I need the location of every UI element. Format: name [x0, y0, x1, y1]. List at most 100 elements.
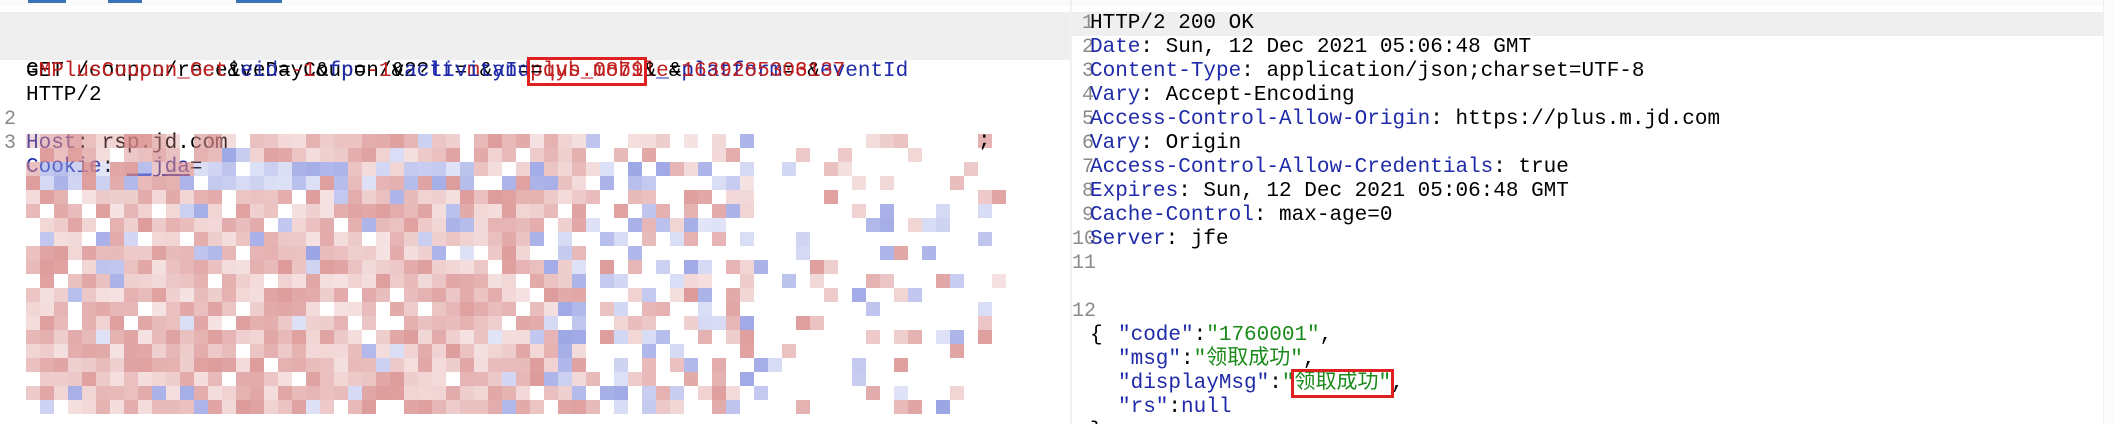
request-editor-pane[interactable]: 1 GET /coupon/receiveDayCoupon/v2?lt=m&a… — [0, 0, 1072, 424]
redacted-pixel — [82, 288, 96, 302]
redacted-pixel — [334, 148, 348, 162]
redacted-pixel — [152, 358, 166, 372]
response-line-text[interactable]: Vary: Accept-Encoding — [1090, 84, 1355, 108]
redacted-pixel — [96, 246, 110, 260]
redacted-pixel — [348, 274, 362, 288]
redacted-pixel — [222, 162, 236, 176]
request-tab-indicator[interactable] — [28, 0, 66, 3]
redacted-pixel — [40, 302, 54, 316]
redacted-pixel — [880, 246, 894, 260]
response-line-text[interactable]: Expires: Sun, 12 Dec 2021 05:06:48 GMT — [1090, 180, 1569, 204]
header-key: Vary — [1090, 132, 1141, 155]
redacted-pixel — [320, 288, 334, 302]
redacted-pixel — [544, 302, 558, 316]
redacted-pixel — [572, 330, 586, 344]
redacted-pixel — [250, 330, 264, 344]
redacted-pixel — [614, 302, 628, 316]
header-key: Date — [1090, 36, 1141, 59]
redacted-pixel — [698, 316, 712, 330]
redacted-pixel — [152, 162, 166, 176]
redacted-pixel — [432, 372, 446, 386]
redacted-pixel — [474, 204, 488, 218]
redacted-pixel — [614, 358, 628, 372]
redacted-pixel — [110, 358, 124, 372]
redacted-pixel — [194, 358, 208, 372]
redacted-pixel — [404, 204, 418, 218]
json-line-rs: "rs":null — [1072, 372, 2114, 419]
redacted-pixel — [250, 232, 264, 246]
redacted-pixel — [446, 176, 460, 190]
redacted-pixel — [642, 218, 656, 232]
redacted-pixel — [460, 176, 474, 190]
response-line-text[interactable]: Vary: Origin — [1090, 132, 1241, 156]
json-close-brace[interactable]: } — [1090, 420, 1103, 424]
redacted-pixel — [306, 372, 320, 386]
redacted-pixel — [670, 386, 684, 400]
redacted-pixel — [642, 204, 656, 218]
redacted-pixel — [992, 190, 1006, 204]
redacted-pixel — [110, 232, 124, 246]
redacted-pixel — [474, 330, 488, 344]
redacted-pixel — [194, 162, 208, 176]
redacted-pixel — [68, 204, 82, 218]
redacted-pixel — [292, 274, 306, 288]
response-editor-pane[interactable]: 1 HTTP/2 200 OK 2 Date: Sun, 12 Dec 2021 05… — [1072, 0, 2114, 424]
redacted-pixel — [712, 176, 726, 190]
redacted-pixel — [656, 302, 670, 316]
redacted-pixel — [516, 344, 530, 358]
redacted-pixel — [376, 330, 390, 344]
redacted-pixel — [54, 204, 68, 218]
response-line-text[interactable]: Server: jfe — [1090, 228, 1229, 252]
redacted-pixel — [418, 372, 432, 386]
redacted-pixel — [390, 386, 404, 400]
redacted-pixel — [152, 176, 166, 190]
response-line-text[interactable]: HTTP/2 200 OK — [1090, 12, 1254, 36]
redacted-pixel — [250, 288, 264, 302]
redacted-pixel — [446, 134, 460, 148]
response-line-text[interactable]: Date: Sun, 12 Dec 2021 05:06:48 GMT — [1090, 36, 1531, 60]
redacted-pixel — [572, 372, 586, 386]
redacted-pixel — [278, 400, 292, 414]
redacted-pixel — [82, 176, 96, 190]
redacted-pixel — [250, 246, 264, 260]
redacted-pixel — [362, 260, 376, 274]
redacted-pixel — [740, 288, 754, 302]
redacted-pixel — [292, 358, 306, 372]
response-pane-top-strip — [1072, 0, 2114, 6]
response-line-text[interactable]: Cache-Control: max-age=0 — [1090, 204, 1392, 228]
redacted-pixel — [992, 274, 1006, 288]
redacted-pixel — [530, 260, 544, 274]
response-scrollbar[interactable] — [2103, 0, 2114, 424]
response-line-text[interactable]: Content-Type: application/json;charset=U… — [1090, 60, 1645, 84]
redacted-pixel — [852, 372, 866, 386]
redacted-pixel — [292, 386, 306, 400]
response-line: 10 Server: jfe — [1072, 228, 2114, 252]
redacted-pixel — [586, 372, 600, 386]
response-line-text[interactable]: Access-Control-Allow-Origin: https://plu… — [1090, 108, 1720, 132]
redacted-pixel — [460, 162, 474, 176]
redacted-pixel — [180, 358, 194, 372]
redacted-pixel — [446, 260, 460, 274]
redacted-pixel — [208, 372, 222, 386]
redacted-pixel — [978, 316, 992, 330]
redacted-pixel — [530, 400, 544, 414]
redacted-pixel — [250, 386, 264, 400]
redacted-pixel — [278, 190, 292, 204]
request-tab-indicator[interactable] — [236, 0, 282, 3]
redacted-pixel — [572, 204, 586, 218]
redacted-pixel — [670, 274, 684, 288]
redacted-pixel — [152, 302, 166, 316]
response-line-text[interactable]: Access-Control-Allow-Credentials: true — [1090, 156, 1569, 180]
request-tab-indicator[interactable] — [108, 0, 142, 3]
redacted-pixel — [376, 204, 390, 218]
redacted-pixel — [194, 204, 208, 218]
redacted-pixel — [488, 316, 502, 330]
redacted-pixel — [404, 274, 418, 288]
redacted-pixel — [628, 246, 642, 260]
redacted-pixel — [614, 232, 628, 246]
redacted-pixel — [726, 316, 740, 330]
redacted-pixel — [978, 302, 992, 316]
redacted-pixel — [558, 162, 572, 176]
redacted-pixel — [236, 204, 250, 218]
redacted-pixel — [460, 204, 474, 218]
